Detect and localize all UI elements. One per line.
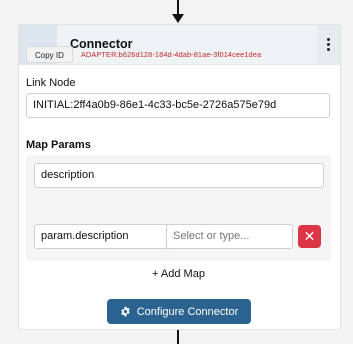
link-node-input[interactable]: INITIAL:2ff4a0b9-86e1-4c33-bc5e-2726a575…	[26, 93, 330, 118]
map-params-label: Map Params	[26, 139, 91, 151]
link-node-label: Link Node	[26, 77, 76, 89]
configure-connector-button[interactable]: Configure Connector	[107, 299, 251, 324]
delete-map-button[interactable]: ✕	[298, 225, 321, 248]
add-map-button[interactable]: + Add Map	[26, 263, 331, 285]
kebab-menu-icon[interactable]	[317, 25, 340, 64]
add-map-row: + Add Map	[26, 263, 331, 285]
flow-canvas: Connector Copy ID ADAPTER:b626d128-184d-…	[0, 0, 353, 344]
configure-connector-label: Configure Connector	[136, 305, 239, 318]
adapter-id-text: ADAPTER:b626d128-184d-4dab-81ae-3f014cee…	[80, 50, 262, 59]
outgoing-edge	[177, 330, 179, 344]
copy-id-row: Copy ID ADAPTER:b626d128-184d-4dab-81ae-…	[26, 46, 261, 63]
incoming-arrow-icon	[172, 14, 184, 23]
copy-id-button[interactable]: Copy ID	[26, 46, 73, 63]
map-param-input[interactable]: param.description	[34, 224, 169, 249]
close-icon: ✕	[303, 228, 316, 244]
map-target-select[interactable]: Select or type...	[166, 224, 293, 249]
map-source-input[interactable]: description	[34, 163, 324, 188]
gear-icon	[120, 306, 130, 317]
